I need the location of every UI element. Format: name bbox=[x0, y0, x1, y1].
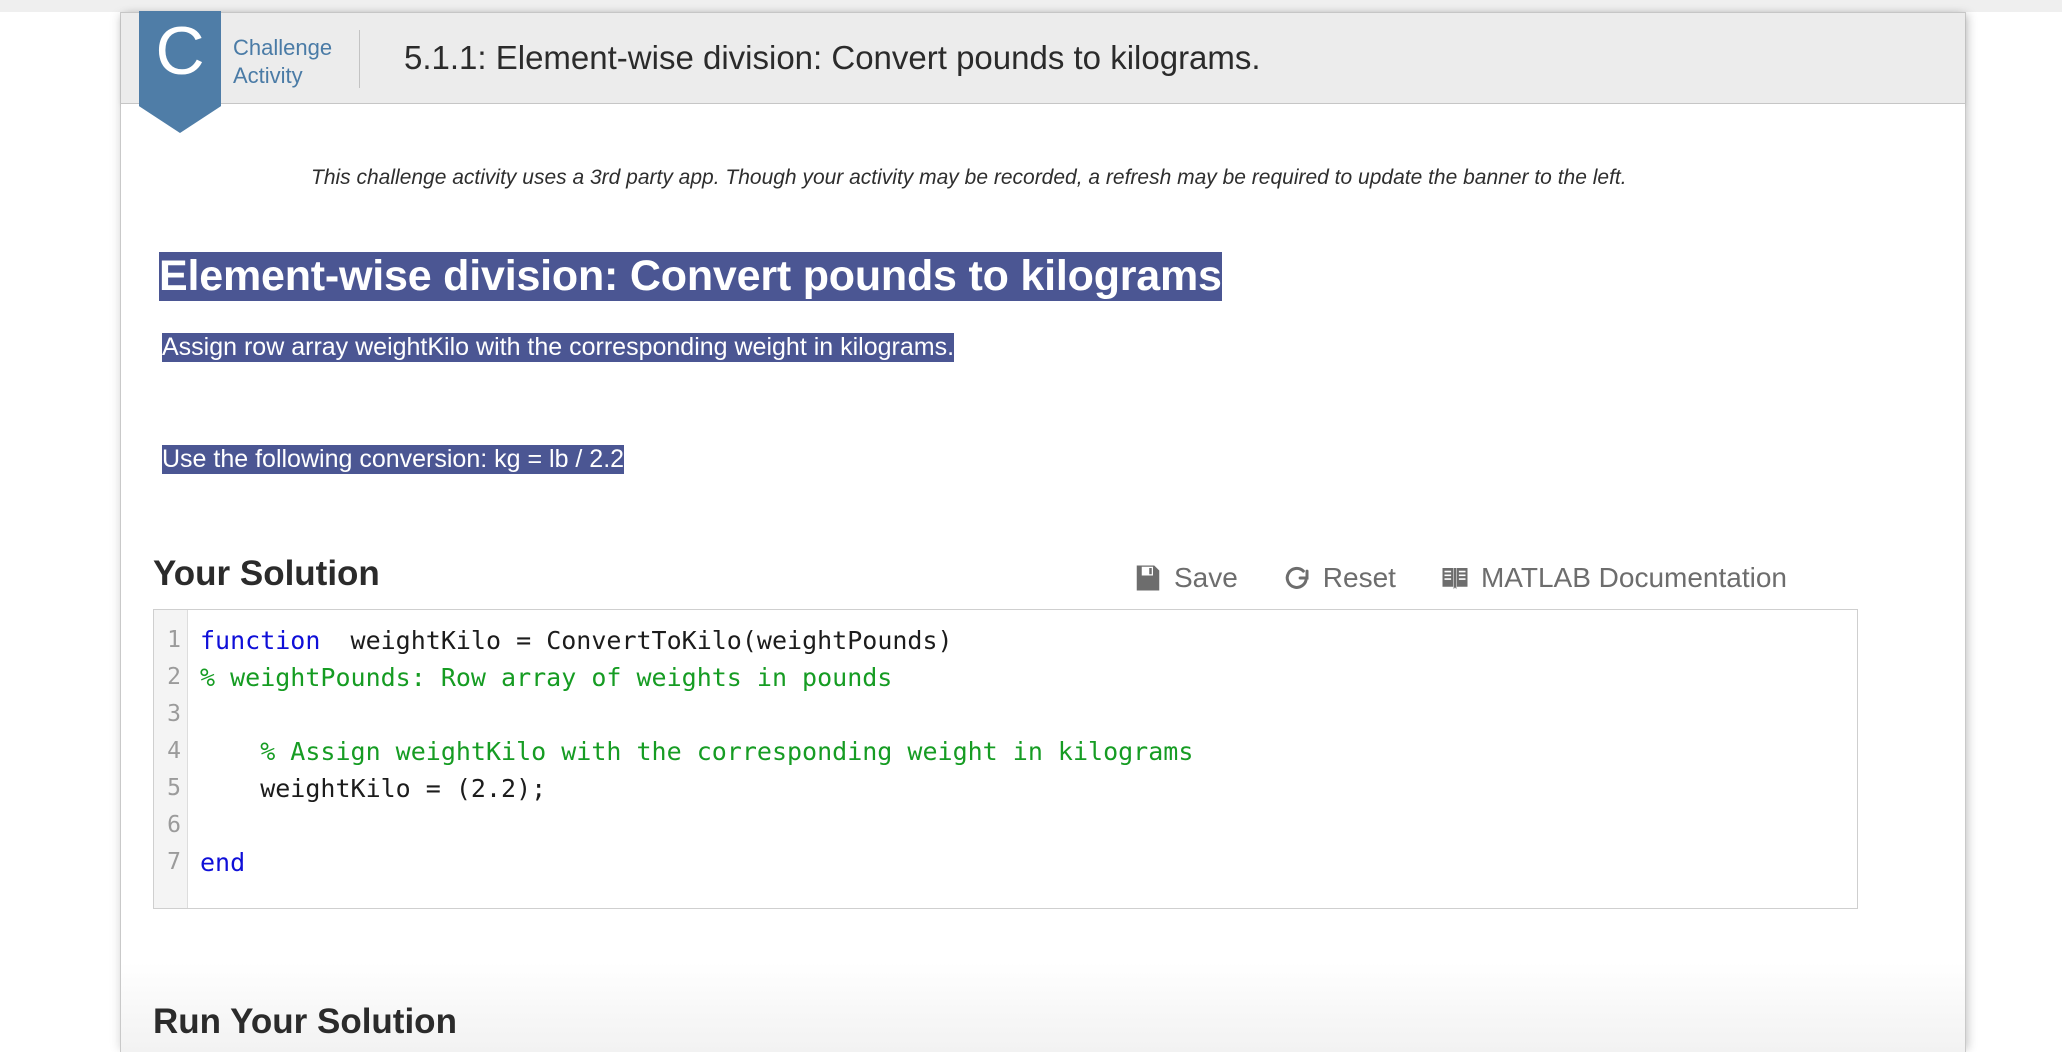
editor-line-number-gutter: 1 2 3 4 5 6 7 bbox=[154, 610, 188, 908]
editor-line-number: 5 bbox=[167, 775, 181, 801]
editor-code-line: function weightKilo = ConvertToKilo(weig… bbox=[200, 626, 953, 655]
open-book-icon bbox=[1440, 563, 1470, 593]
activity-content: This challenge activity uses a 3rd party… bbox=[121, 104, 1965, 1052]
circular-arrow-icon bbox=[1282, 563, 1312, 593]
top-background-strip bbox=[0, 0, 2062, 12]
badge-line-2: Activity bbox=[233, 63, 303, 89]
editor-line-number: 7 bbox=[167, 849, 181, 875]
reset-button[interactable]: Reset bbox=[1282, 562, 1396, 594]
problem-instruction-line-2: Use the following conversion: kg = lb / … bbox=[157, 441, 629, 480]
editor-code-line bbox=[200, 807, 1857, 844]
editor-code-line: weightKilo = (2.2); bbox=[200, 774, 547, 803]
code-editor[interactable]: 1 2 3 4 5 6 7 function weightKilo = ConvertToK… bbox=[153, 609, 1858, 909]
editor-line-number: 1 bbox=[167, 627, 181, 653]
your-solution-heading: Your Solution bbox=[153, 554, 380, 593]
editor-line-number: 6 bbox=[167, 812, 181, 838]
page-title: 5.1.1: Element-wise division: Convert po… bbox=[404, 39, 1261, 76]
badge-line-1: Challenge bbox=[233, 35, 333, 60]
header-divider bbox=[359, 30, 360, 88]
editor-line-number: 3 bbox=[167, 701, 181, 727]
editor-code-line: % Assign weightKilo with the correspondi… bbox=[200, 737, 1194, 766]
problem-title: Element-wise division: Convert pounds to… bbox=[154, 246, 1227, 310]
save-button[interactable]: Save bbox=[1133, 562, 1238, 594]
reset-button-label: Reset bbox=[1322, 562, 1396, 593]
activity-header: C Challenge Activity 5.1.1: Element-wise… bbox=[121, 11, 1965, 133]
editor-code-line: % weightPounds: Row array of weights in … bbox=[200, 663, 893, 692]
problem-instruction-line-1: Assign row array weightKilo with the cor… bbox=[157, 329, 959, 368]
editor-line-number: 2 bbox=[167, 664, 181, 690]
save-button-label: Save bbox=[1173, 562, 1238, 593]
matlab-documentation-button[interactable]: MATLAB Documentation bbox=[1440, 562, 1787, 594]
editor-code-area[interactable]: function weightKilo = ConvertToKilo(weig… bbox=[188, 610, 1857, 908]
shield-letter: C bbox=[155, 13, 205, 89]
run-your-solution-heading: Run Your Solution bbox=[153, 1002, 457, 1041]
editor-line-number: 4 bbox=[167, 738, 181, 764]
editor-code-line: end bbox=[200, 848, 246, 877]
third-party-notice: This challenge activity uses a 3rd party… bbox=[311, 166, 1627, 189]
challenge-activity-badge-label: Challenge Activity bbox=[233, 34, 339, 90]
floppy-disk-icon bbox=[1133, 563, 1163, 593]
editor-code-line bbox=[200, 696, 1857, 733]
problem-instruction-line-1-text: Assign row array weightKilo with the cor… bbox=[162, 333, 955, 362]
problem-title-text: Element-wise division: Convert pounds to… bbox=[159, 252, 1222, 301]
problem-instruction-line-2-text: Use the following conversion: kg = lb / … bbox=[162, 445, 625, 474]
editor-toolbar: Save Reset MATLAB Documentation bbox=[1133, 562, 1787, 594]
matlab-documentation-label: MATLAB Documentation bbox=[1480, 562, 1787, 593]
